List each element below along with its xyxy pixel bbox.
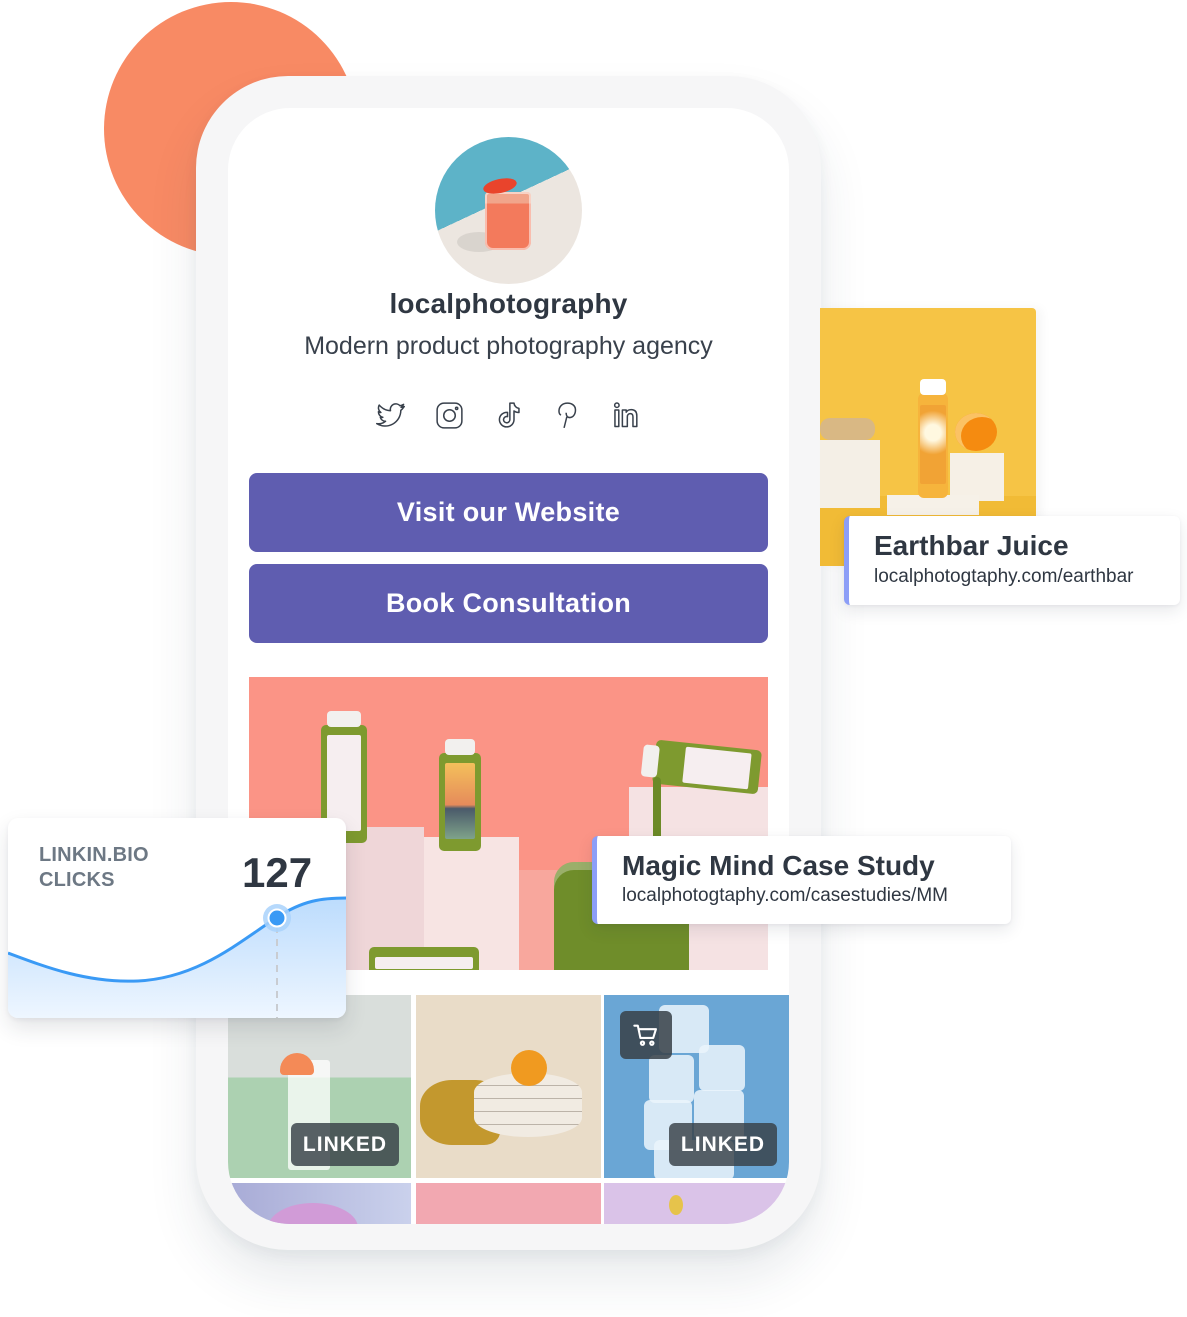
grid-tile-flower[interactable]: [604, 1183, 789, 1224]
grid-tile-plates[interactable]: [416, 995, 601, 1178]
profile-username: localphotography: [389, 288, 628, 319]
linked-badge: LINKED: [291, 1123, 399, 1166]
avatar[interactable]: [435, 137, 582, 284]
clicks-label: LINKIN.BIO CLICKS: [39, 844, 149, 891]
profile-screen: localphotography Modern product photogra…: [228, 108, 789, 1224]
grid-tile-pink[interactable]: [416, 1183, 601, 1224]
shopping-cart-icon: [633, 1024, 657, 1046]
twitter-link[interactable]: [374, 398, 408, 432]
link-card-url: localphotogtaphy.com/casestudies/MM: [622, 885, 948, 906]
phone-frame: localphotography Modern product photogra…: [196, 76, 821, 1250]
instagram-icon: [436, 401, 463, 429]
tiktok-link[interactable]: [492, 398, 526, 432]
avatar-glass: [485, 192, 531, 250]
juice-bottle: [439, 739, 481, 851]
clicks-stats-card: LINKIN.BIO CLICKS 127: [8, 818, 346, 1018]
shop-badge: [620, 1011, 672, 1059]
link-card-earthbar[interactable]: Earthbar Juice localphotogtaphy.com/eart…: [844, 516, 1180, 605]
link-card-url: localphotogtaphy.com/earthbar: [874, 566, 1134, 587]
pinterest-link[interactable]: [551, 398, 585, 432]
link-card-title: Magic Mind Case Study: [622, 850, 935, 881]
social-links: [228, 398, 789, 432]
sparkline-area: [8, 898, 346, 1018]
link-card-title: Earthbar Juice: [874, 530, 1069, 561]
link-card-magic-mind[interactable]: Magic Mind Case Study localphotogtaphy.c…: [592, 836, 1011, 924]
grid-tile-cocktail[interactable]: LINKED: [228, 995, 411, 1178]
tiktok-icon: [498, 401, 520, 428]
linkedin-icon: [613, 401, 638, 427]
juice-bottle: [918, 379, 948, 498]
book-consultation-button[interactable]: Book Consultation: [249, 564, 768, 643]
visit-website-button[interactable]: Visit our Website: [249, 473, 768, 552]
juice-bottle: [369, 947, 479, 970]
linkedin-link[interactable]: [610, 398, 644, 432]
linked-badge: LINKED: [669, 1123, 777, 1166]
instagram-link[interactable]: [433, 398, 467, 432]
twitter-icon: [375, 402, 406, 427]
clicks-count: 127: [242, 849, 313, 896]
marker-dot[interactable]: [267, 908, 287, 928]
grid-tile-cloud[interactable]: [228, 1183, 411, 1224]
grid-tile-ice[interactable]: LINKED: [604, 995, 789, 1178]
pinterest-icon: [558, 401, 577, 428]
profile-tagline: Modern product photography agency: [304, 332, 713, 360]
